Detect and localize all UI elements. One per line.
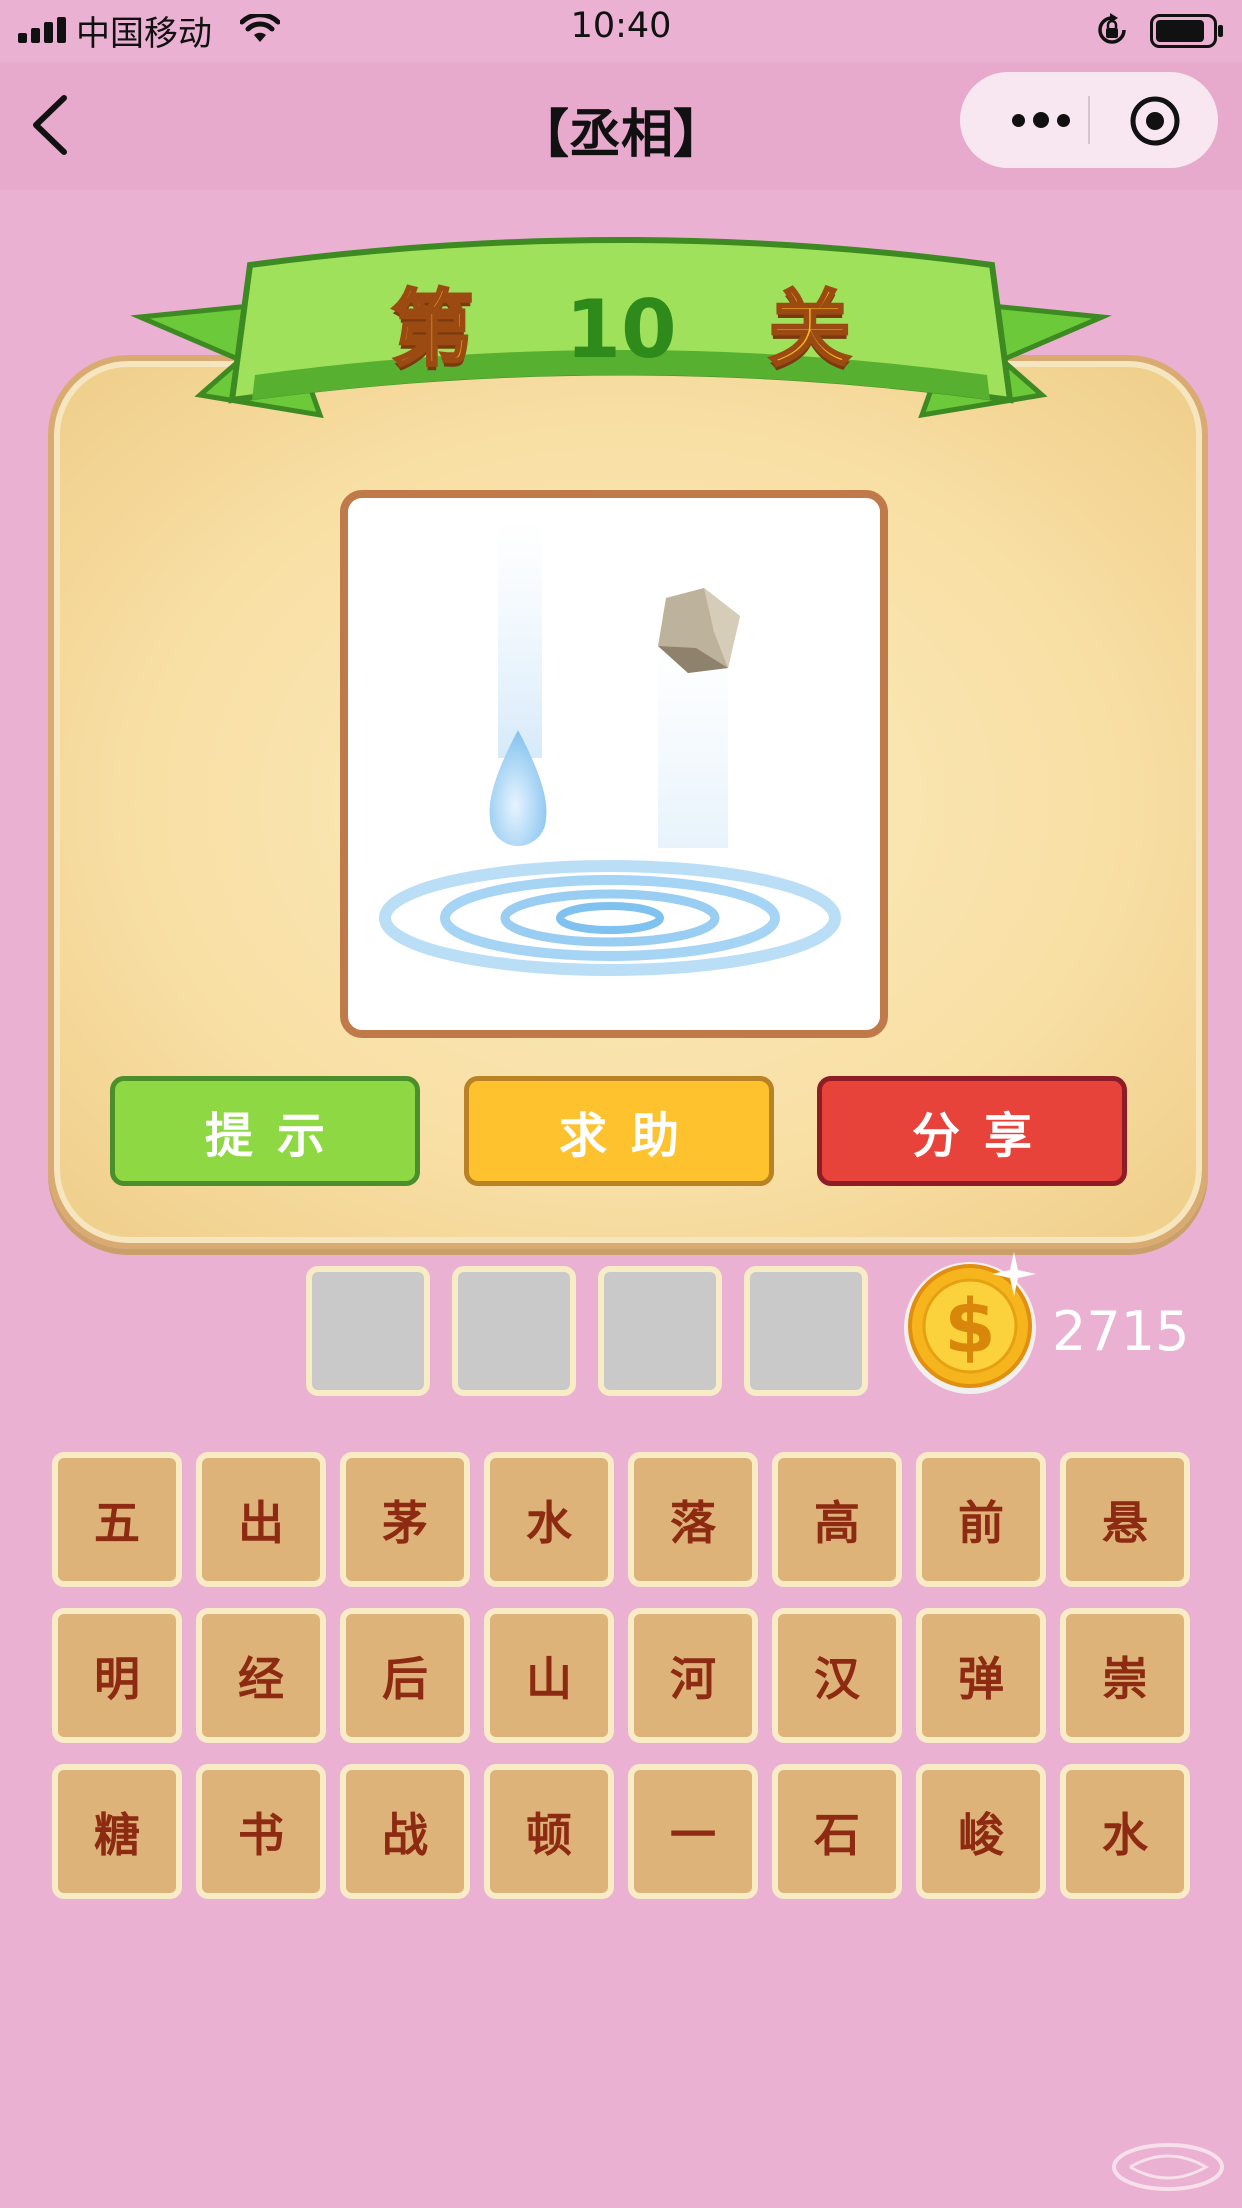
answer-slot-2[interactable]: [452, 1266, 576, 1396]
letter-tile[interactable]: 五: [52, 1452, 182, 1587]
status-bar: 中国移动 10:40: [0, 0, 1242, 62]
battery-icon: [1150, 14, 1223, 48]
level-suffix: 关: [767, 281, 852, 379]
letter-tile[interactable]: 书: [196, 1764, 326, 1899]
letter-tile[interactable]: 糖: [52, 1764, 182, 1899]
letter-tile[interactable]: 石: [772, 1764, 902, 1899]
answer-slot-3[interactable]: [598, 1266, 722, 1396]
rotation-lock-icon: [1098, 13, 1126, 44]
letter-tile[interactable]: 落: [628, 1452, 758, 1587]
letter-tile[interactable]: 悬: [1060, 1452, 1190, 1587]
letter-tile[interactable]: 弹: [916, 1608, 1046, 1743]
letter-tile[interactable]: 顿: [484, 1764, 614, 1899]
letter-tile[interactable]: 一: [628, 1764, 758, 1899]
letter-tile[interactable]: 崇: [1060, 1608, 1190, 1743]
nav-bar: 【丞相】: [0, 62, 1242, 190]
more-icon[interactable]: [998, 72, 1084, 168]
capsule-divider: [1088, 96, 1090, 144]
share-button[interactable]: 分享: [817, 1076, 1127, 1186]
coin-icon: $: [904, 1252, 1036, 1394]
hint-button[interactable]: 提示: [110, 1076, 420, 1186]
help-button[interactable]: 求助: [464, 1076, 774, 1186]
letter-tile[interactable]: 茅: [340, 1452, 470, 1587]
answer-slot-4[interactable]: [744, 1266, 868, 1396]
letter-tile[interactable]: 战: [340, 1764, 470, 1899]
level-number: 10: [565, 283, 677, 376]
level-title: 第 10 关: [0, 262, 1242, 381]
letter-tile[interactable]: 河: [628, 1608, 758, 1743]
target-icon[interactable]: [1128, 94, 1182, 148]
letter-tile[interactable]: 高: [772, 1452, 902, 1587]
letter-tile[interactable]: 水: [484, 1452, 614, 1587]
letter-tile[interactable]: 山: [484, 1608, 614, 1743]
mini-program-capsule: [960, 72, 1218, 168]
answer-slot-1[interactable]: [306, 1266, 430, 1396]
letter-tile[interactable]: 水: [1060, 1764, 1190, 1899]
watermark-logo: [1112, 2143, 1224, 2191]
letter-tile[interactable]: 经: [196, 1608, 326, 1743]
letter-tile[interactable]: 汉: [772, 1608, 902, 1743]
letter-tile[interactable]: 前: [916, 1452, 1046, 1587]
letter-tile[interactable]: 峻: [916, 1764, 1046, 1899]
letter-tile[interactable]: 后: [340, 1608, 470, 1743]
letter-tile[interactable]: 明: [52, 1608, 182, 1743]
letter-tile[interactable]: 出: [196, 1452, 326, 1587]
level-prefix: 第: [390, 281, 475, 379]
svg-text:$: $: [944, 1284, 996, 1370]
puzzle-illustration: [379, 518, 841, 976]
coin-count: 2715: [1052, 1300, 1190, 1363]
puzzle-image: [340, 490, 888, 1038]
clock: 10:40: [570, 6, 672, 46]
